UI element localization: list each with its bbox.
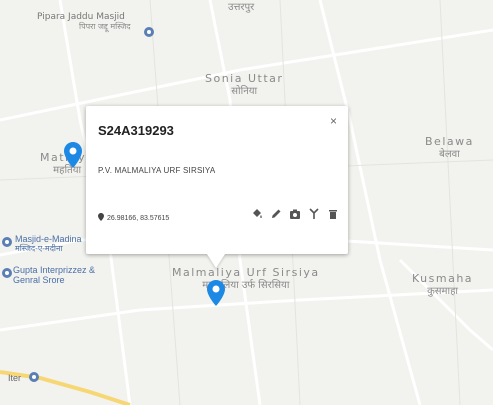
pencil-icon[interactable] [270, 208, 282, 220]
poi-icon[interactable] [29, 372, 39, 382]
location-marker-icon[interactable] [64, 142, 82, 168]
camera-icon[interactable] [289, 208, 301, 220]
place-label-belawa: Belawa बेलवा [425, 135, 474, 160]
location-pin-icon [98, 213, 104, 221]
poi-label-pipara-masjid: Pipara Jaddu Masjid पिपरा जद्दू मस्जिद [37, 12, 131, 32]
poi-label-gupta: Gupta Interprizzez & Genral Srore [13, 265, 96, 285]
selected-marker-icon[interactable] [207, 280, 225, 306]
close-button[interactable]: × [330, 114, 337, 128]
map-canvas[interactable]: उत्तरपुर Pipara Jaddu Masjid पिपरा जद्दू… [0, 0, 493, 405]
poi-label-iter: Iter [8, 373, 22, 383]
popup-coordinates: 26.98166, 83.57615 [98, 213, 169, 222]
popup-actions [251, 208, 339, 220]
mosque-poi-icon[interactable] [2, 237, 12, 247]
place-label-sonia: Sonia Uttar सोनिया [205, 72, 284, 97]
info-window: S24A319293 × P.V. MALMALIYA URF SIRSIYA … [86, 106, 348, 254]
antenna-icon[interactable] [308, 208, 320, 220]
popup-address: P.V. MALMALIYA URF SIRSIYA [98, 166, 216, 175]
place-label-kusmaha: Kusmaha कुसमाहा [412, 272, 474, 297]
trash-icon[interactable] [327, 208, 339, 220]
place-label-malmaliya: Malmaliya Urf Sirsiya मलमलिया उर्फ सिरसि… [172, 266, 320, 291]
popup-title: S24A319293 [98, 123, 174, 138]
store-poi-icon[interactable] [2, 268, 12, 278]
paint-bucket-icon[interactable] [251, 208, 263, 220]
mosque-poi-icon[interactable] [144, 27, 154, 37]
place-label-top: उत्तरपुर [228, 2, 255, 13]
poi-label-masjid-madina: Masjid-e-Madina मस्जिद-ए-मदीना [15, 234, 82, 253]
